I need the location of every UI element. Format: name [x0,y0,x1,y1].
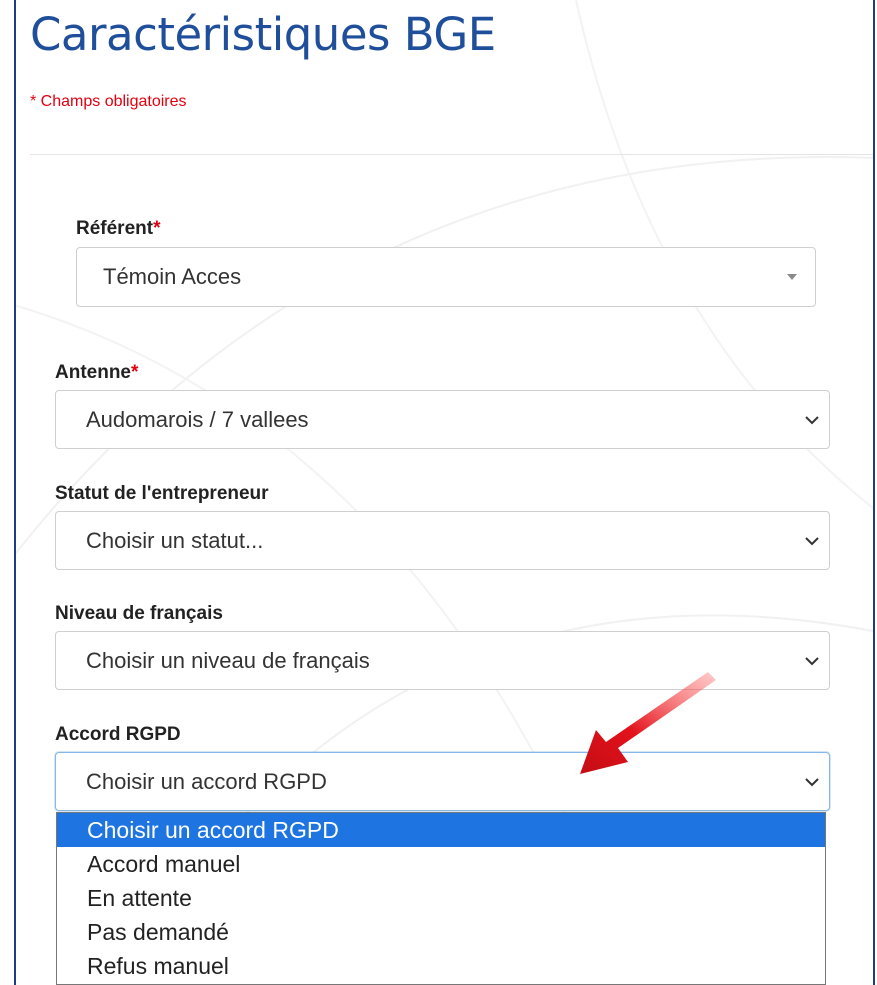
accord-rgpd-options-list[interactable]: Choisir un accord RGPD Accord manuel En … [56,812,826,985]
antenne-label: Antenne* [55,362,138,384]
antenne-select-value: Audomarois / 7 vallees [86,406,309,432]
page-title: Caractéristiques BGE [30,8,496,61]
red-arrow-icon [580,672,716,774]
accord-rgpd-option[interactable]: En attente [57,881,825,915]
statut-select[interactable]: Choisir un statut... [55,511,830,570]
referent-select-value: Témoin Acces [103,264,242,289]
referent-label: Référent* [76,218,160,240]
chevron-down-icon [805,656,819,665]
niveau-francais-label-text: Niveau de français [55,603,223,624]
niveau-francais-select-value: Choisir un niveau de français [86,647,370,673]
accord-rgpd-option[interactable]: Pas demandé [57,915,825,949]
required-fields-note: * Champs obligatoires [30,93,187,110]
antenne-required-star: * [131,362,139,383]
accord-rgpd-label-text: Accord RGPD [55,724,181,745]
referent-label-text: Référent [76,218,154,239]
referent-required-star: * [153,218,161,239]
niveau-francais-label: Niveau de français [55,603,223,625]
statut-select-value: Choisir un statut... [86,527,264,553]
chevron-down-icon [805,536,819,545]
accord-rgpd-option[interactable]: Refus manuel [57,949,825,983]
chevron-down-icon [805,415,819,424]
statut-label-text: Statut de l'entrepreneur [55,483,269,504]
chevron-down-icon [805,777,819,786]
header-divider [30,154,873,155]
caret-down-icon [787,274,797,280]
accord-rgpd-label: Accord RGPD [55,724,181,746]
accord-rgpd-option[interactable]: Accord manuel [57,847,825,881]
antenne-label-text: Antenne [55,362,131,383]
accord-rgpd-select-value: Choisir un accord RGPD [86,768,327,794]
accord-rgpd-option[interactable]: Choisir un accord RGPD [57,813,825,847]
referent-select[interactable]: Témoin Acces [76,247,816,307]
antenne-select[interactable]: Audomarois / 7 vallees [55,390,830,449]
statut-label: Statut de l'entrepreneur [55,483,269,505]
